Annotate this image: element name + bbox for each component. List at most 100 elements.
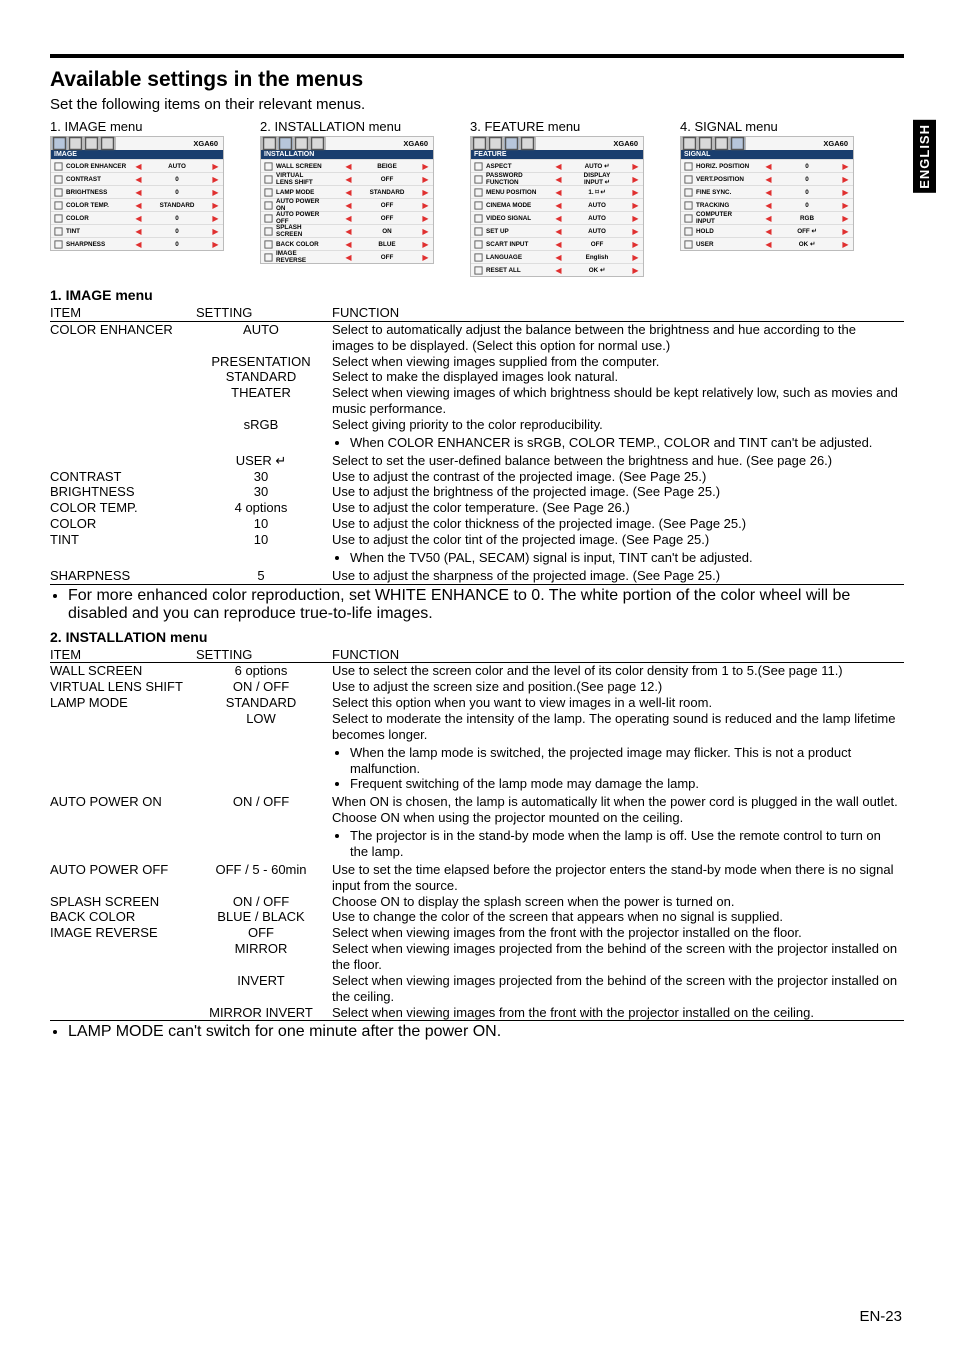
osd-row-value: RGB [773, 215, 841, 222]
cell-function: Select giving priority to the color repr… [332, 417, 904, 453]
left-arrow-icon: ◀ [554, 162, 563, 171]
osd-row-name: HORIZ. POSITION [695, 163, 764, 170]
left-arrow-icon: ◀ [554, 214, 563, 223]
left-arrow-icon: ◀ [134, 214, 143, 223]
right-arrow-icon: ▶ [841, 240, 850, 249]
right-arrow-icon: ▶ [631, 240, 640, 249]
osd-row-icon [51, 240, 65, 249]
osd-row-name: AUTO POWEROFF [275, 211, 344, 225]
cell-function: Use to adjust the color temperature. (Se… [332, 500, 904, 516]
cell-setting: 4 options [196, 500, 332, 516]
osd-row-name: COLOR [65, 215, 134, 222]
osd-tab [261, 137, 278, 150]
cell-setting: INVERT [196, 973, 332, 1005]
col-item: ITEM [50, 305, 196, 321]
cell-function: Select when viewing images of which brig… [332, 385, 904, 417]
right-arrow-icon: ▶ [211, 188, 220, 197]
osd-row-value: OFF [353, 202, 421, 209]
cell-setting: USER ↵ [196, 453, 332, 469]
osd-row-icon [471, 201, 485, 210]
osd-row-name: HOLD [695, 228, 764, 235]
osd-row: ASPECT◀AUTO ↵▶ [471, 159, 643, 172]
osd-row-icon [681, 188, 695, 197]
osd-section-header: INSTALLATION [261, 150, 433, 159]
cell-function: When ON is chosen, the lamp is automatic… [332, 794, 904, 861]
right-arrow-icon: ▶ [421, 175, 430, 184]
osd-row-name: LAMP MODE [275, 189, 344, 196]
osd-row-name: AUTO POWERON [275, 198, 344, 212]
table-row: sRGBSelect giving priority to the color … [50, 417, 904, 453]
page-number: EN-23 [859, 1308, 902, 1325]
right-arrow-icon: ▶ [211, 162, 220, 171]
cell-item: COLOR TEMP. [50, 500, 196, 516]
osd-row-value: 0 [773, 189, 841, 196]
right-arrow-icon: ▶ [211, 175, 220, 184]
osd-tab [729, 137, 746, 150]
cell-setting: 10 [196, 532, 332, 568]
osd-row: VIRTUALLENS SHIFT◀OFF▶ [261, 172, 433, 185]
cell-setting: ON / OFF [196, 794, 332, 861]
osd-row-icon [261, 240, 275, 249]
osd-tab [99, 137, 116, 150]
osd-row-name: TINT [65, 228, 134, 235]
osd-row-name: CONTRAST [65, 176, 134, 183]
table-row: THEATERSelect when viewing images of whi… [50, 385, 904, 417]
osd-row-value: DISPLAYINPUT ↵ [563, 172, 631, 186]
table-row: WALL SCREEN6 optionsUse to select the sc… [50, 663, 904, 679]
installation-menu-table: ITEM SETTING FUNCTION WALL SCREEN6 optio… [50, 647, 904, 1022]
osd-row-name: COMPUTERINPUT [695, 211, 764, 225]
osd-row-icon [261, 253, 275, 262]
osd-tab [309, 137, 326, 150]
osd-row: VIDEO SIGNAL◀AUTO▶ [471, 211, 643, 224]
right-arrow-icon: ▶ [211, 214, 220, 223]
page-subtitle: Set the following items on their relevan… [50, 96, 904, 113]
osd-row-value: AUTO [563, 228, 631, 235]
cell-function: Select when viewing images from the fron… [332, 1005, 904, 1021]
left-arrow-icon: ◀ [764, 201, 773, 210]
osd-tab [519, 137, 536, 150]
osd-row: CONTRAST◀0▶ [51, 172, 223, 185]
cell-setting: ON / OFF [196, 894, 332, 910]
osd-row: RESET ALL◀OK ↵▶ [471, 263, 643, 276]
osd-row: COLOR◀0▶ [51, 211, 223, 224]
left-arrow-icon: ◀ [344, 227, 353, 236]
table-row: BRIGHTNESS30Use to adjust the brightness… [50, 484, 904, 500]
osd-tab [293, 137, 310, 150]
left-arrow-icon: ◀ [344, 162, 353, 171]
osd-row-icon [51, 162, 65, 171]
cell-item: SHARPNESS [50, 568, 196, 584]
cell-setting: 30 [196, 484, 332, 500]
table-row: USER ↵Select to set the user-defined bal… [50, 453, 904, 469]
osd-row: HORIZ. POSITION◀0▶ [681, 159, 853, 172]
table-row: PRESENTATIONSelect when viewing images s… [50, 354, 904, 370]
osd-row-icon [471, 240, 485, 249]
osd-row: PASSWORDFUNCTION◀DISPLAYINPUT ↵▶ [471, 172, 643, 185]
page-title: Available settings in the menus [50, 68, 904, 92]
cell-item: COLOR ENHANCER [50, 321, 196, 353]
osd-row-name: COLOR TEMP. [65, 202, 134, 209]
left-arrow-icon: ◀ [344, 240, 353, 249]
osd-row: LAMP MODE◀STANDARD▶ [261, 185, 433, 198]
right-arrow-icon: ▶ [421, 201, 430, 210]
osd-row-name: BACK COLOR [275, 241, 344, 248]
cell-function: Select when viewing images supplied from… [332, 354, 904, 370]
osd-row-value: 0 [143, 176, 211, 183]
right-arrow-icon: ▶ [631, 253, 640, 262]
osd-row: MENU POSITION◀1. ⌑ ↵▶ [471, 185, 643, 198]
osd-row-value: OFF [353, 215, 421, 222]
section1-note: For more enhanced color reproduction, se… [68, 587, 904, 623]
right-arrow-icon: ▶ [841, 162, 850, 171]
osd-row-value: 0 [773, 176, 841, 183]
cell-setting: MIRROR INVERT [196, 1005, 332, 1021]
osd-tab [83, 137, 100, 150]
table-row: COLOR ENHANCERAUTOSelect to automaticall… [50, 321, 904, 353]
left-arrow-icon: ◀ [554, 175, 563, 184]
cell-item [50, 417, 196, 453]
osd-preview: XGA60IMAGECOLOR ENHANCER◀AUTO▶CONTRAST◀0… [50, 136, 224, 251]
cell-function: Use to adjust the contrast of the projec… [332, 469, 904, 485]
osd-tab [67, 137, 84, 150]
table-row: LOWSelect to moderate the intensity of t… [50, 711, 904, 794]
osd-row-name: PASSWORDFUNCTION [485, 172, 554, 186]
cell-function: Use to adjust the color thickness of the… [332, 516, 904, 532]
right-arrow-icon: ▶ [631, 162, 640, 171]
